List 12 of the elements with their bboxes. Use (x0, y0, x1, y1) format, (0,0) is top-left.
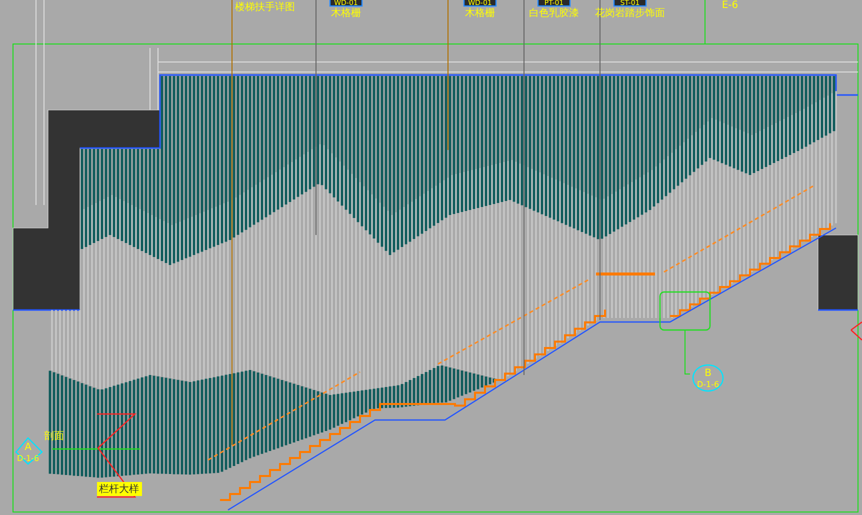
material-label: 木格栅 (331, 8, 361, 19)
material-label: 木格栅 (465, 8, 495, 19)
section-symbol (692, 364, 724, 392)
leader-line (684, 330, 690, 374)
section-arrow-icon (850, 321, 862, 341)
section-letter: B (704, 368, 712, 379)
material-label: 花岗岩踏步饰面 (595, 8, 665, 19)
callout-code: E-6 (722, 0, 738, 11)
material-label: 楼梯扶手详图 (235, 2, 295, 13)
section-code: D-1-6 (696, 380, 720, 389)
section-letter: A (24, 442, 32, 453)
material-label: 白色乳胶漆 (529, 8, 579, 19)
